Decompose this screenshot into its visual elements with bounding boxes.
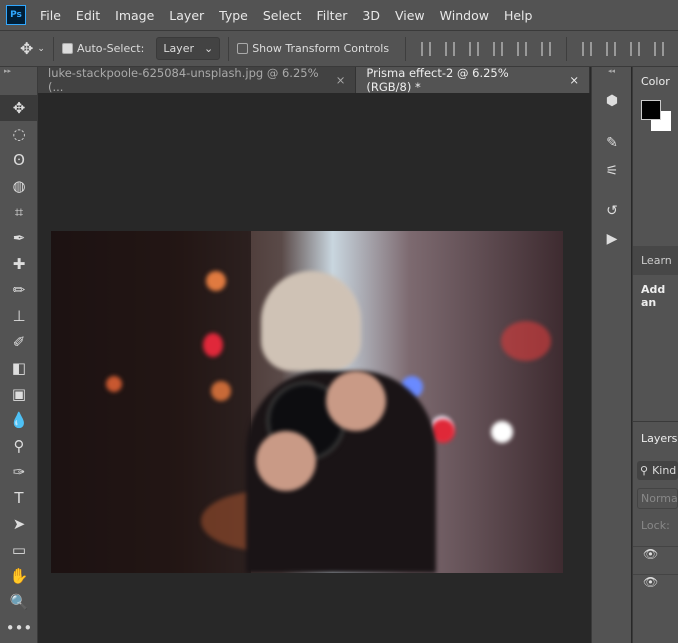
align-hcenter-icon[interactable] bbox=[517, 41, 528, 56]
close-icon[interactable]: × bbox=[336, 73, 346, 87]
tab-label: luke-stackpoole-625084-unsplash.jpg @ 6.… bbox=[48, 66, 319, 94]
layer-select-value: Layer bbox=[163, 42, 194, 55]
type-tool-icon[interactable]: T bbox=[0, 485, 38, 511]
menu-view[interactable]: View bbox=[395, 8, 425, 23]
auto-select-checkbox[interactable] bbox=[61, 43, 73, 54]
brush-settings-icon[interactable]: ✎ bbox=[592, 129, 632, 157]
lock-label: Lock: bbox=[641, 519, 670, 532]
menu-edit[interactable]: Edit bbox=[76, 8, 100, 23]
menu-bar: Ps File Edit Image Layer Type Select Fil… bbox=[0, 0, 678, 31]
show-transform-label: Show Transform Controls bbox=[252, 42, 390, 55]
tab-unsplash-jpg[interactable]: luke-stackpoole-625084-unsplash.jpg @ 6.… bbox=[38, 66, 357, 94]
align-right-icon[interactable] bbox=[541, 41, 552, 56]
options-bar: ✥ ⌄ Auto-Select: Layer ⌄ Show Transform C… bbox=[0, 31, 678, 67]
tab-label: Prisma effect-2 @ 6.25% (RGB/8) * bbox=[366, 66, 509, 94]
collapsed-panels-strip: ◂◂ ⬢ ✎ ⚟ ↺ ▶ bbox=[591, 67, 631, 643]
menu-window[interactable]: Window bbox=[440, 8, 489, 23]
photoshop-logo: Ps bbox=[6, 5, 26, 25]
menu-file[interactable]: File bbox=[40, 8, 61, 23]
chevron-down-icon: ⌄ bbox=[203, 42, 214, 55]
quick-select-tool-icon[interactable]: ◍ bbox=[0, 173, 38, 199]
menu-filter[interactable]: Filter bbox=[316, 8, 347, 23]
pen-tool-icon[interactable]: ✑ bbox=[0, 459, 38, 485]
3d-panel-icon[interactable]: ⬢ bbox=[592, 87, 632, 115]
menu-image[interactable]: Image bbox=[115, 8, 154, 23]
distribute-left-icon[interactable] bbox=[654, 41, 665, 56]
expand-icon[interactable]: ▸▸ bbox=[0, 67, 37, 77]
blur-tool-icon[interactable]: 💧 bbox=[0, 407, 38, 433]
align-left-icon[interactable] bbox=[493, 41, 504, 56]
align-bottom-icon[interactable] bbox=[469, 41, 480, 56]
tools-panel: ▸▸ ✥ ◌ ʘ ◍ ⌗ ✒ ✚ ✏ ⊥ ✐ ◧ ▣ 💧 ⚲ ✑ T ➤ ▭ ✋ 🔍 ••• bbox=[0, 67, 38, 643]
blend-mode-select[interactable]: Normal bbox=[637, 488, 678, 509]
distribute-top-icon[interactable] bbox=[582, 41, 593, 56]
layer-filter-kind[interactable]: ⚲ Kind bbox=[637, 461, 678, 480]
kind-label: Kind bbox=[652, 464, 677, 477]
rectangle-tool-icon[interactable]: ▭ bbox=[0, 537, 38, 563]
move-tool-icon[interactable]: ✥ bbox=[0, 95, 38, 121]
hand-tool-icon[interactable]: ✋ bbox=[0, 563, 38, 589]
learn-panel-tab[interactable]: Learn bbox=[633, 246, 678, 275]
move-tool-icon[interactable]: ✥ bbox=[20, 39, 33, 58]
distribute-bottom-icon[interactable] bbox=[630, 41, 641, 56]
history-brush-tool-icon[interactable]: ✐ bbox=[0, 329, 38, 355]
show-transform-checkbox[interactable] bbox=[237, 43, 249, 54]
menu-type[interactable]: Type bbox=[219, 8, 248, 23]
foreground-color-swatch[interactable] bbox=[641, 100, 661, 120]
menu-help[interactable]: Help bbox=[504, 8, 533, 23]
more-tool-icon[interactable]: ••• bbox=[0, 615, 38, 641]
eyedropper-tool-icon[interactable]: ✒ bbox=[0, 225, 38, 251]
distribute-vcenter-icon[interactable] bbox=[606, 41, 617, 56]
healing-tool-icon[interactable]: ✚ bbox=[0, 251, 38, 277]
menu-select[interactable]: Select bbox=[263, 8, 302, 23]
auto-select-label: Auto-Select: bbox=[76, 42, 145, 55]
menu-layer[interactable]: Layer bbox=[169, 8, 204, 23]
close-icon[interactable]: × bbox=[569, 73, 579, 87]
lasso-tool-icon[interactable]: ʘ bbox=[0, 147, 38, 173]
document-canvas-image[interactable] bbox=[51, 231, 563, 573]
collapse-icon[interactable]: ◂◂ bbox=[592, 67, 631, 81]
document-tabs: luke-stackpoole-625084-unsplash.jpg @ 6.… bbox=[38, 66, 590, 94]
crop-tool-icon[interactable]: ⌗ bbox=[0, 199, 38, 225]
eraser-tool-icon[interactable]: ◧ bbox=[0, 355, 38, 381]
brush-tool-icon[interactable]: ✏ bbox=[0, 277, 38, 303]
tab-prisma-effect[interactable]: Prisma effect-2 @ 6.25% (RGB/8) * × bbox=[356, 66, 590, 94]
color-panel-title[interactable]: Color bbox=[633, 67, 678, 96]
eye-icon[interactable]: 👁 bbox=[643, 547, 658, 561]
layer-row[interactable]: 👁 bbox=[633, 574, 678, 602]
layer-group-row[interactable]: 👁 bbox=[633, 546, 678, 574]
eye-icon[interactable]: 👁 bbox=[643, 575, 658, 589]
stamp-tool-icon[interactable]: ⊥ bbox=[0, 303, 38, 329]
tool-preset-chevron-icon[interactable]: ⌄ bbox=[37, 44, 45, 54]
dodge-tool-icon[interactable]: ⚲ bbox=[0, 433, 38, 459]
zoom-tool-icon[interactable]: 🔍 bbox=[0, 589, 38, 615]
marquee-tool-icon[interactable]: ◌ bbox=[0, 121, 38, 147]
path-select-tool-icon[interactable]: ➤ bbox=[0, 511, 38, 537]
right-panels: Color Learn Add an Layers ⚲ Kind Normal L… bbox=[632, 67, 678, 643]
learn-text: Add an bbox=[641, 283, 666, 309]
align-vcenter-icon[interactable] bbox=[445, 41, 456, 56]
menu-3d[interactable]: 3D bbox=[362, 8, 380, 23]
search-icon: ⚲ bbox=[640, 464, 649, 477]
gradient-tool-icon[interactable]: ▣ bbox=[0, 381, 38, 407]
actions-play-icon[interactable]: ▶ bbox=[592, 225, 632, 253]
layers-panel-title[interactable]: Layers bbox=[633, 421, 678, 453]
history-icon[interactable]: ↺ bbox=[592, 197, 632, 225]
align-top-icon[interactable] bbox=[421, 41, 432, 56]
adjustments-icon[interactable]: ⚟ bbox=[592, 157, 632, 185]
layer-select-dropdown[interactable]: Layer ⌄ bbox=[156, 37, 221, 60]
